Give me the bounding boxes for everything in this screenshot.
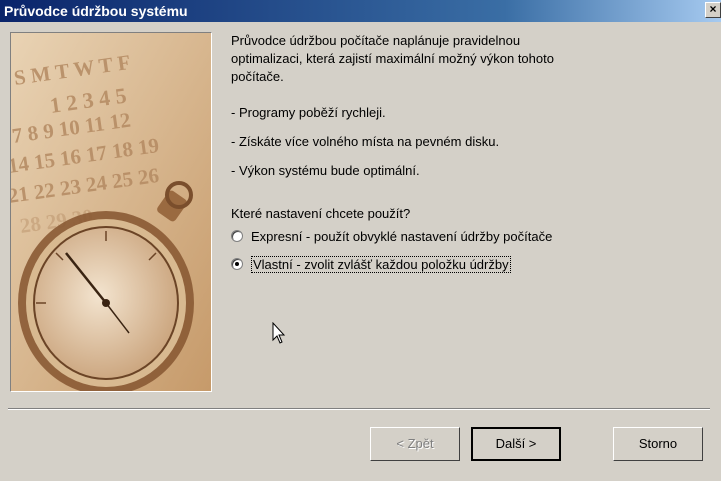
express-option-label: Expresní - použít obvyklé nastavení údrž… [251,228,553,244]
express-radio[interactable] [231,230,243,242]
back-button[interactable]: < Zpět [370,427,460,461]
next-button[interactable]: Další > [471,427,561,461]
title-bar: Průvodce údržbou systému × [0,0,721,22]
intro-line: Průvodce údržbou počítače naplánuje prav… [231,33,521,48]
window-title: Průvodce údržbou systému [4,3,188,19]
next-button-label: Další > [495,436,537,451]
intro-line: počítače. [231,69,284,84]
benefit-item: - Programy poběží rychleji. [231,105,386,120]
mouse-cursor-icon [272,322,286,344]
close-icon: × [709,2,717,16]
settings-question: Které nastavení chcete použít? [231,206,411,221]
wizard-illustration: S M T W T F 1 2 3 4 5 7 8 9 10 11 12 14 … [10,32,212,392]
close-button[interactable]: × [705,2,721,18]
intro-line: optimalizaci, která zajistí maximální mo… [231,51,554,66]
cancel-button[interactable]: Storno [613,427,703,461]
separator [8,408,710,410]
calendar-stopwatch-image: S M T W T F 1 2 3 4 5 7 8 9 10 11 12 14 … [11,33,211,391]
benefit-item: - Výkon systému bude optimální. [231,163,420,178]
custom-radio[interactable] [231,258,243,270]
express-option[interactable]: Expresní - použít obvyklé nastavení údrž… [231,226,552,246]
benefit-item: - Získáte více volného místa na pevném d… [231,134,500,149]
custom-option[interactable]: Vlastní - zvolit zvlášť každou položku ú… [231,254,511,274]
cancel-button-label: Storno [638,436,678,451]
back-button-label: < Zpět [396,436,434,451]
custom-option-label: Vlastní - zvolit zvlášť každou položku ú… [251,255,511,273]
